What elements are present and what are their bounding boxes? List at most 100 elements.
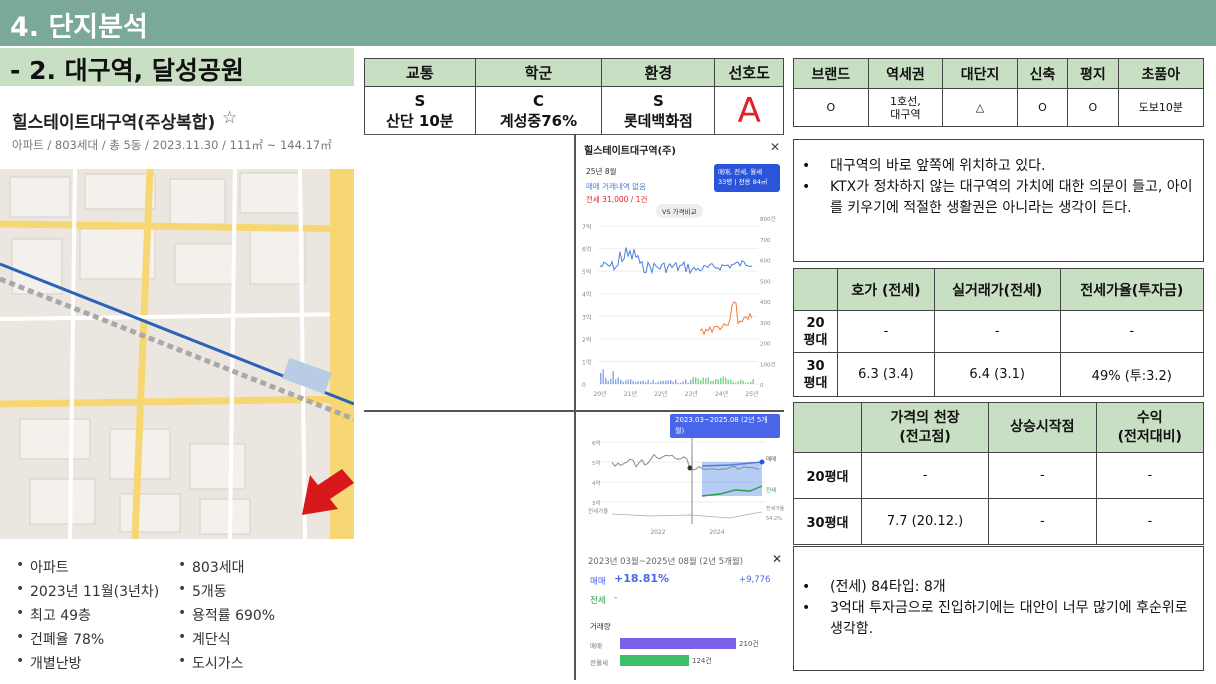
volume-bar [612,371,614,384]
x-tick: 2022 [650,529,665,536]
brand-header: 역세권 [867,58,944,89]
row-label-line: 평대 [803,375,828,391]
ceiling-value: 7.7 (20.12.) [860,498,990,545]
preference-grade: A [714,86,784,135]
y-tick-left: 7억 [582,223,591,231]
header-line: (전고점) [899,428,951,445]
grade-cell: S 롯데백화점 [601,86,716,135]
brand-header: 브랜드 [793,58,869,89]
price-header: 호가 (전세) [837,268,935,311]
price-value: 6.4 (3.1) [933,352,1061,397]
y-tick: 6억 [592,439,601,447]
brand-header: 대단지 [942,58,1018,89]
volume-bar [712,380,714,384]
volume-bar [640,381,642,384]
volume-bar [607,380,609,384]
note-item: 대구역의 바로 앞쪽에 위치하고 있다. [794,156,1203,177]
grade-detail: 계성중76% [499,111,578,130]
note-item: KTX가 정차하지 않는 대구역의 가치에 대한 의문이 들고, 아이를 키우기… [794,177,1203,219]
grade-letter: C [532,91,544,110]
volume-bar [647,379,649,384]
volume-bar [670,380,672,384]
side-label: 54.2% [766,516,782,522]
row-label-line: 30 [806,358,825,374]
volume-bar [632,380,634,384]
brand-header: 신축 [1016,58,1069,89]
jeonse-pct: - [614,593,618,603]
close-icon[interactable]: ✕ [770,140,780,154]
volume-bar [675,379,677,384]
volume-bar [687,382,689,384]
section-bar: - 2. 대구역, 달성공원 [0,48,354,86]
y-tick: 4억 [592,479,601,487]
x-tick: 25년 [745,390,758,398]
row-label-line: 평대 [803,332,828,348]
volume-bar [627,379,629,384]
y-tick-right: 400 [760,300,771,306]
volume-bar [660,381,662,384]
y-tick: 5억 [592,459,601,467]
grade-header: 환경 [601,58,716,87]
volume-bar [717,379,719,384]
y-tick-left: 0 [582,382,586,389]
volume-bar [690,379,692,384]
price-history-chart: 7억 6억 5억 4억 3억 2억 1억 0 800건 700 600 500 400 300 200 100… [582,216,776,398]
ceiling-value: - [1095,498,1205,545]
price-value: 49% (투:3.2) [1059,352,1205,397]
tooltip-line: 2023.03~2025.08 (2년 5개월) [675,416,768,435]
note-item: (전세) 84타입: 8개 [794,577,1203,598]
volume-bar [732,381,734,384]
section-title: - 2. 대구역, 달성공원 [10,56,244,85]
price-history-card: 힐스테이트대구역(주) ✕ 25년 8월 매매 거래내역 없음 전세 31,00… [580,136,785,406]
y-tick: 3억 [592,499,601,507]
price-value: - [1059,310,1205,353]
volume-bar [620,638,736,649]
volume-bar [705,378,707,384]
grade-header: 선호도 [714,58,784,87]
volume-bar [710,380,712,384]
notes-bottom-box: (전세) 84타입: 8개 3억대 투자금으로 진입하기에는 대안이 너무 많기… [793,546,1204,671]
location-arrow-icon [302,469,354,515]
ceiling-row-label: 30평대 [793,498,862,545]
page-title: 4. 단지분석 [10,12,148,43]
side-label: 전세가율 [766,505,785,512]
grade-cell: S 산단 10분 [364,86,476,135]
location-map[interactable] [0,169,354,539]
volume-bar [615,379,617,384]
bar-label: 매매 [590,642,602,650]
price-value: - [837,310,935,353]
y-tick-right: 600 [760,259,771,265]
volume-bar [650,382,652,384]
favorite-star-icon[interactable]: ☆ [222,108,237,128]
volume-bar [600,372,602,384]
sale-line [599,247,753,275]
volume-bar [662,380,664,384]
brand-value-line: 대구역 [890,107,921,121]
x-tick: 20년 [593,390,606,398]
volume-bar [645,381,647,384]
volume-bar [672,381,674,384]
volume-bar [737,381,739,384]
volume-bar [630,379,632,384]
price-table: 호가 (전세) 실거래가(전세) 전세가율(투자금) 20 평대 - - - 30… [793,268,1205,397]
volume-bar [752,379,754,384]
y-tick-left: 3억 [582,313,591,321]
volume-bar [700,380,702,384]
volume-bar [692,376,694,384]
y-tick-right: 100건 [760,361,776,368]
badge-line: 매매, 전세, 월세 [718,168,763,176]
divider [574,134,576,680]
apartment-name: 힐스테이트대구역(주상복합) [12,113,216,133]
header-line: (전저대비) [1117,428,1182,445]
volume-bar [707,377,709,384]
volume-bar [652,379,654,384]
feature-item: 개별난방 [16,653,81,673]
grade-header: 교통 [364,58,476,87]
volume-bar [637,381,639,384]
grade-detail: 롯데백화점 [623,111,693,130]
filter-badge[interactable]: 매매, 전세, 월세 33평 | 전용 84㎡ [714,164,780,192]
brand-header: 평지 [1067,58,1119,89]
close-icon[interactable]: ✕ [772,552,782,566]
period-summary-panel: 2023년 03월~2025년 08월 (2년 5개월) ✕ 매매 +18.81… [584,548,786,678]
volume-bar [747,382,749,384]
